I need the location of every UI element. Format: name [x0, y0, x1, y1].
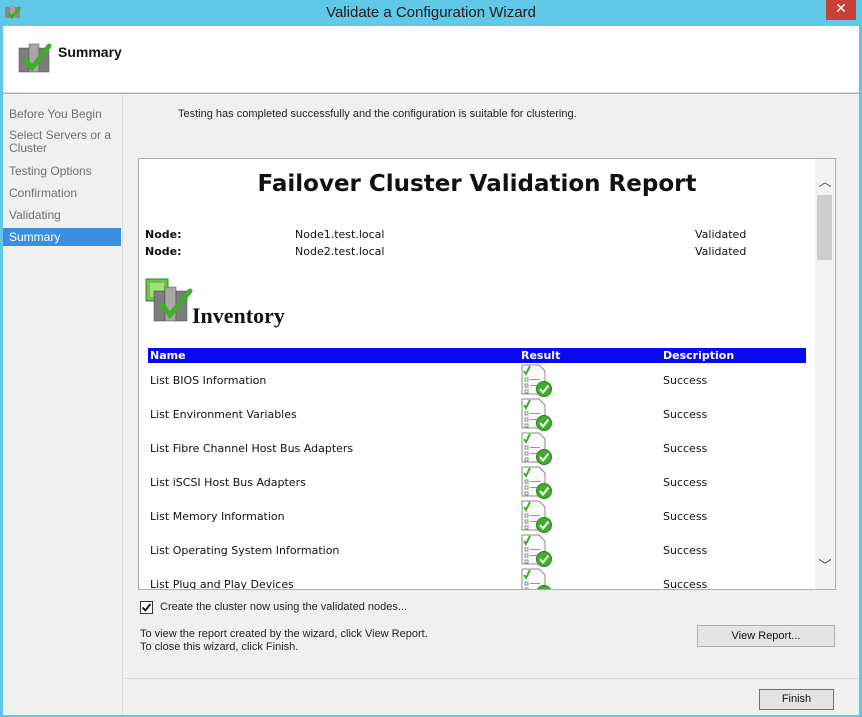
- title-bar: Validate a Configuration Wizard ✕: [0, 0, 862, 26]
- test-name: List Operating System Information: [150, 544, 340, 557]
- checkmark-icon: [141, 603, 152, 612]
- scroll-up-icon[interactable]: ︿: [817, 171, 833, 190]
- info-close-wizard: To close this wizard, click Finish.: [140, 641, 299, 653]
- nav-step-validating: Validating: [9, 208, 61, 222]
- section-title: Inventory: [192, 303, 285, 328]
- report-viewer[interactable]: Failover Cluster Validation Report Node:…: [138, 158, 836, 590]
- column-header-description: Description: [663, 349, 735, 362]
- summary-panel: Testing has completed successfully and t…: [124, 94, 859, 715]
- report-scrollbar[interactable]: ︿ ﹀: [815, 159, 835, 589]
- view-report-button[interactable]: View Report...: [697, 625, 835, 647]
- report-content: Failover Cluster Validation Report Node:…: [139, 159, 815, 589]
- table-row: List Operating System Information Success: [148, 534, 806, 568]
- nav-step-summary: Summary: [3, 228, 121, 246]
- test-result-description: Success: [663, 442, 708, 455]
- node-status: Validated: [695, 228, 747, 241]
- info-view-report: To view the report created by the wizard…: [140, 628, 428, 640]
- nav-step-before-you-begin: Before You Begin: [9, 107, 102, 121]
- table-row: List iSCSI Host Bus Adapters Success: [148, 466, 806, 500]
- finish-button[interactable]: Finish: [759, 689, 834, 710]
- test-name: List Plug and Play Devices: [150, 578, 294, 589]
- footer-divider: [124, 678, 859, 679]
- success-report-icon: [521, 432, 552, 465]
- wizard-header: Summary: [3, 26, 859, 93]
- page-title: Summary: [58, 44, 122, 60]
- scroll-down-icon[interactable]: ﹀: [817, 555, 833, 574]
- nav-step-select-servers: Select Servers or a Cluster: [9, 128, 112, 155]
- test-result-description: Success: [663, 374, 708, 387]
- column-header-result: Result: [521, 349, 561, 362]
- table-row: List Environment Variables Success: [148, 398, 806, 432]
- table-row: List BIOS Information Success: [148, 364, 806, 398]
- test-result-description: Success: [663, 510, 708, 523]
- inventory-icon: [145, 278, 193, 322]
- table-row: List Plug and Play Devices Success: [148, 568, 806, 589]
- create-cluster-checkbox[interactable]: [140, 601, 153, 614]
- scroll-thumb[interactable]: [817, 195, 832, 260]
- node-label: Node:: [145, 228, 182, 241]
- success-report-icon: [521, 500, 552, 533]
- report-title: Failover Cluster Validation Report: [257, 171, 697, 197]
- table-header: Name Result Description: [148, 348, 806, 363]
- test-result-description: Success: [663, 408, 708, 421]
- cluster-check-icon: [18, 43, 52, 73]
- test-result-description: Success: [663, 476, 708, 489]
- window-title: Validate a Configuration Wizard: [326, 4, 536, 21]
- table-row: List Fibre Channel Host Bus Adapters Succ…: [148, 432, 806, 466]
- column-header-name: Name: [150, 349, 186, 362]
- nav-step-confirmation: Confirmation: [9, 186, 78, 200]
- success-report-icon: [521, 466, 552, 499]
- wizard-steps-nav: Before You Begin Select Servers or a Clu…: [3, 94, 123, 715]
- success-report-icon: [521, 398, 552, 431]
- test-name: List iSCSI Host Bus Adapters: [150, 476, 306, 489]
- close-button[interactable]: ✕: [826, 0, 856, 20]
- status-message: Testing has completed successfully and t…: [178, 108, 577, 120]
- success-report-icon: [521, 364, 552, 397]
- test-result-description: Success: [663, 578, 708, 589]
- test-name: List Fibre Channel Host Bus Adapters: [150, 442, 354, 455]
- node-name: Node1.test.local: [295, 228, 385, 241]
- nav-step-testing-options: Testing Options: [9, 164, 92, 178]
- table-row: List Memory Information Success: [148, 500, 806, 534]
- test-result-description: Success: [663, 544, 708, 557]
- wizard-body: Before You Begin Select Servers or a Clu…: [3, 94, 859, 715]
- test-name: List Memory Information: [150, 510, 285, 523]
- test-name: List BIOS Information: [150, 374, 267, 387]
- create-cluster-label[interactable]: Create the cluster now using the validat…: [160, 601, 407, 613]
- success-report-icon: [521, 534, 552, 567]
- node-status: Validated: [695, 245, 747, 258]
- node-label: Node:: [145, 245, 182, 258]
- success-report-icon: [521, 568, 551, 589]
- node-name: Node2.test.local: [295, 245, 385, 258]
- test-name: List Environment Variables: [150, 408, 297, 421]
